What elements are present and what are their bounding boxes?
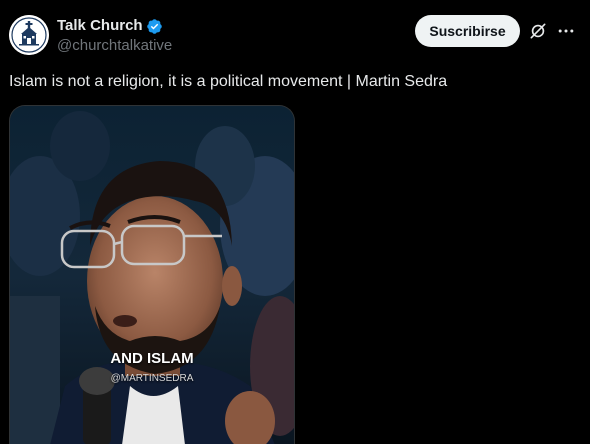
post-card: Talk Church @churchtalkative Suscribirse… <box>0 0 590 444</box>
more-options-icon[interactable] <box>556 21 576 41</box>
video-caption: AND ISLAM <box>110 350 194 367</box>
author-name-row: Talk Church <box>57 16 172 36</box>
author-handle[interactable]: @churchtalkative <box>57 36 172 56</box>
author-display-name[interactable]: Talk Church <box>57 16 143 36</box>
church-logo-icon <box>9 15 49 55</box>
author-avatar[interactable] <box>9 15 49 55</box>
subscribe-button[interactable]: Suscribirse <box>415 15 520 47</box>
grok-icon[interactable] <box>528 21 548 41</box>
author-info: Talk Church @churchtalkative <box>57 16 172 56</box>
verified-badge-icon[interactable] <box>146 18 163 35</box>
video-watermark-handle: @MARTINSEDRA <box>110 373 194 384</box>
post-text: Islam is not a religion, it is a politic… <box>9 73 448 90</box>
video-frame-image <box>10 106 294 444</box>
video-media[interactable]: AND ISLAM @MARTINSEDRA <box>9 105 295 444</box>
